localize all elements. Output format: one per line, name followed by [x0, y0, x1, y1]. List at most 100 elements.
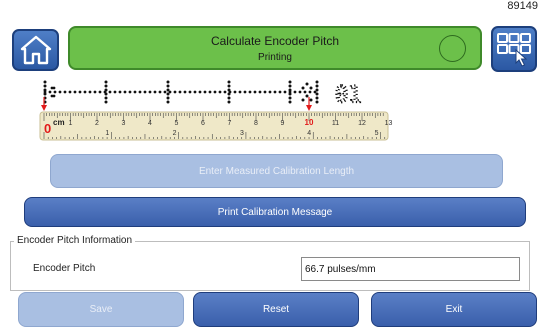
print-dot — [203, 90, 207, 94]
print-dot — [188, 90, 192, 94]
print-dot — [273, 90, 277, 94]
print-dot — [213, 90, 217, 94]
ruler-cm-label: 13 — [385, 120, 393, 127]
print-dot — [248, 90, 252, 94]
print-dot — [173, 90, 177, 94]
print-dot — [198, 90, 202, 94]
save-button[interactable]: Save — [18, 292, 184, 327]
print-dot — [227, 100, 231, 104]
print-dot — [305, 82, 309, 86]
print-dot — [43, 92, 47, 96]
print-dot — [123, 90, 127, 94]
print-dot — [153, 90, 157, 94]
page-number: 89149 — [507, 0, 538, 12]
print-dot — [218, 90, 222, 94]
print-dot — [143, 90, 147, 94]
ruler-cm-label: 4 — [148, 120, 152, 127]
print-dot — [288, 100, 292, 104]
ruler-inch-label: 1 — [105, 130, 109, 137]
print-dot — [53, 90, 57, 94]
print-dot — [104, 96, 108, 100]
ruler-cm-label: 6 — [201, 120, 205, 127]
exit-button[interactable]: Exit — [371, 292, 537, 327]
print-dot — [104, 88, 108, 92]
print-dot — [63, 90, 67, 94]
print-calibration-message-button[interactable]: Print Calibration Message — [24, 197, 526, 227]
enter-calibration-length-button[interactable]: Enter Measured Calibration Length — [50, 154, 503, 188]
print-dot — [43, 80, 47, 84]
encoder-pitch-label: Encoder Pitch — [33, 263, 96, 274]
header-status: Printing — [258, 52, 292, 63]
print-dot — [52, 94, 56, 98]
print-dot — [288, 96, 292, 100]
ruler-cm-label: 9 — [281, 120, 285, 127]
print-dot — [283, 90, 287, 94]
print-dot — [301, 86, 305, 90]
home-button[interactable] — [12, 29, 59, 71]
print-dot — [227, 88, 231, 92]
print-dot — [163, 90, 167, 94]
print-dot — [309, 86, 313, 90]
ruler-cm-label: 10 — [305, 118, 314, 127]
print-dot — [118, 90, 122, 94]
print-dot — [104, 92, 108, 96]
print-dot — [128, 90, 132, 94]
print-dot — [223, 90, 227, 94]
ruler-cm-label: 7 — [228, 120, 232, 127]
print-dot — [233, 90, 237, 94]
print-dot — [288, 84, 292, 88]
ruler-inch-label: 4 — [307, 130, 311, 137]
reset-button[interactable]: Reset — [193, 292, 359, 327]
ruler-cm-label: 3 — [122, 120, 126, 127]
print-dot — [301, 98, 305, 102]
print-dot — [293, 90, 297, 94]
print-dot — [166, 80, 170, 84]
encoder-pitch-group-legend: Encoder Pitch Information — [14, 235, 136, 246]
print-dot — [93, 90, 97, 94]
print-dot — [158, 90, 162, 94]
print-dot — [193, 90, 197, 94]
print-dot — [243, 90, 247, 94]
print-dot — [288, 80, 292, 84]
print-dot — [298, 90, 302, 94]
print-dot — [98, 90, 102, 94]
print-dot — [315, 92, 319, 96]
print-dot — [104, 84, 108, 88]
print-dot — [315, 80, 319, 84]
print-dot — [308, 90, 312, 94]
print-dot — [227, 84, 231, 88]
menu-button[interactable] — [491, 26, 537, 72]
ruler-cm-label: 2 — [95, 120, 99, 127]
print-dot — [288, 92, 292, 96]
ruler-cm-label: 11 — [332, 120, 339, 127]
ruler-cm-label: 5 — [175, 120, 179, 127]
ruler-unit-label: cm — [53, 118, 65, 127]
calibration-marker-arrow — [41, 105, 47, 111]
ruler-cm-label: 8 — [254, 120, 258, 127]
encoder-pitch-field[interactable]: 66.7 pulses/mm — [301, 257, 520, 281]
print-dot — [78, 90, 82, 94]
ruler-cm-label: 12 — [358, 120, 366, 127]
print-dot — [303, 90, 307, 94]
ruler-inch-label: 5 — [375, 130, 379, 137]
print-dot — [166, 88, 170, 92]
print-dot — [58, 90, 62, 94]
print-dot — [113, 90, 117, 94]
header-title: Calculate Encoder Pitch — [210, 34, 340, 48]
print-dot — [288, 88, 292, 92]
print-dot — [278, 90, 282, 94]
print-dot — [253, 90, 257, 94]
calibration-ruler-preview: 01 0 cm 1 2 3 4 5 6 7 8 9 10 11 12 13 1 2 3 4 5 — [35, 77, 393, 142]
print-dot — [148, 90, 152, 94]
print-text: 01 — [335, 83, 362, 108]
print-dot — [258, 90, 262, 94]
print-dot — [315, 96, 319, 100]
print-dot — [227, 96, 231, 100]
ruler-cm-label: 1 — [69, 120, 73, 127]
print-dot — [166, 96, 170, 100]
print-dot — [238, 90, 242, 94]
print-dot — [83, 90, 87, 94]
home-icon — [20, 35, 51, 65]
print-dot — [305, 94, 309, 98]
print-dot — [263, 90, 267, 94]
